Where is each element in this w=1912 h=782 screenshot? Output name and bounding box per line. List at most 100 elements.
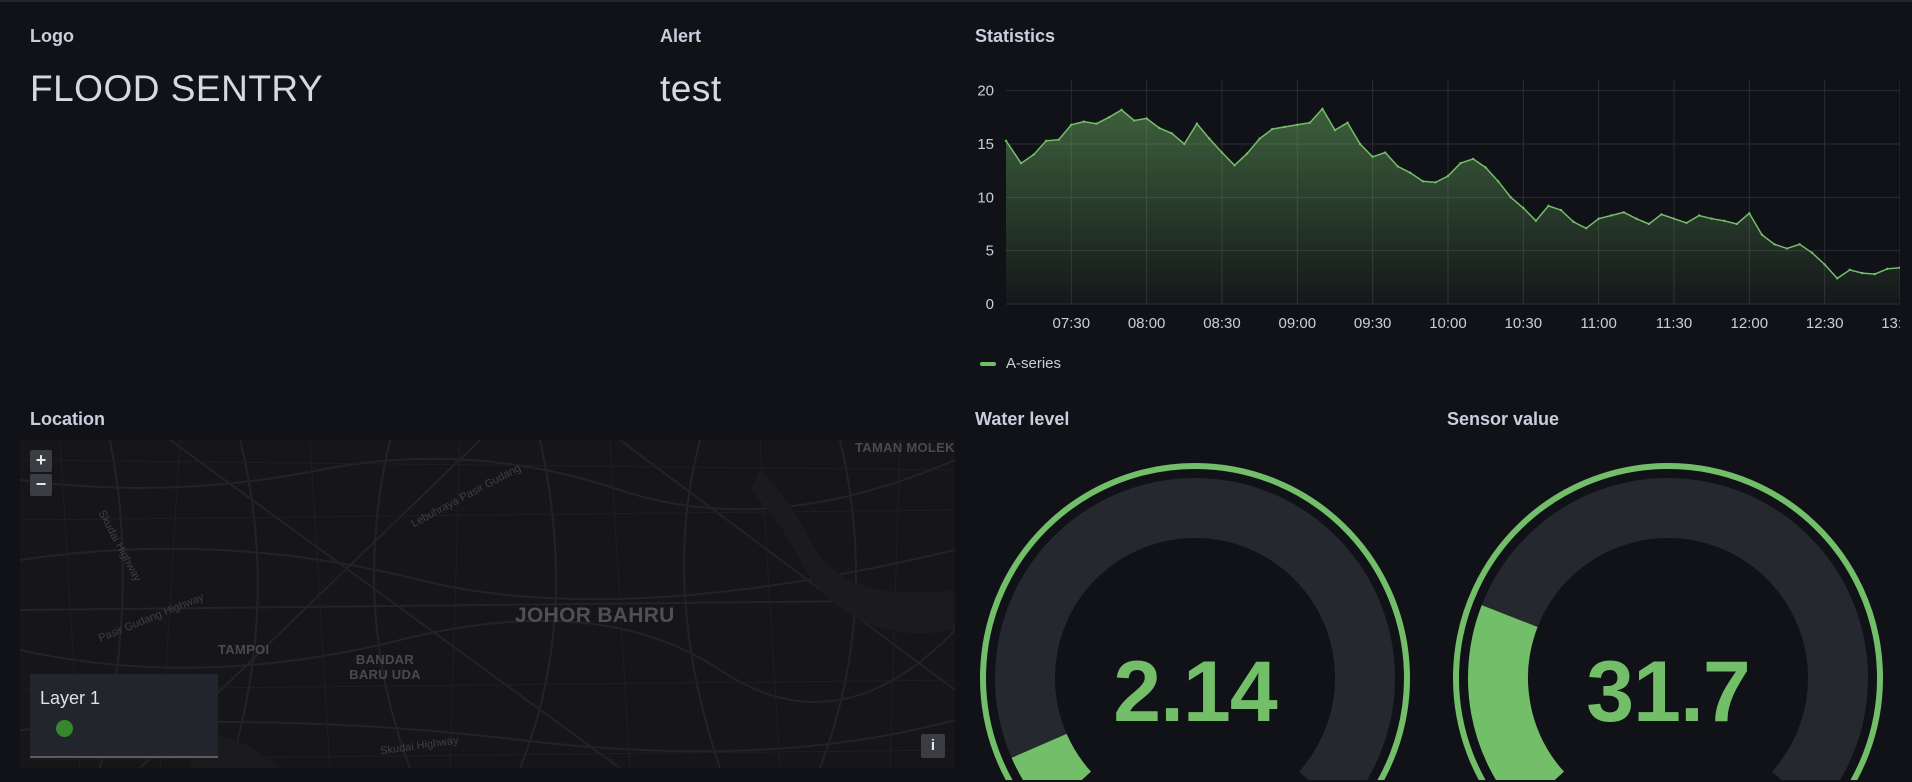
data-point bbox=[1572, 220, 1575, 224]
data-point bbox=[1283, 125, 1286, 129]
data-point bbox=[1861, 271, 1864, 275]
data-point bbox=[1710, 217, 1713, 220]
data-point bbox=[1635, 217, 1638, 220]
panel-title: Location bbox=[30, 409, 105, 429]
data-point bbox=[1848, 268, 1851, 272]
data-point bbox=[1584, 227, 1588, 230]
series-area bbox=[1006, 108, 1900, 304]
y-tick-label: 10 bbox=[977, 189, 994, 206]
data-point bbox=[1145, 117, 1148, 120]
panel-title: Sensor value bbox=[1447, 409, 1560, 429]
data-point bbox=[1723, 219, 1726, 222]
data-point bbox=[1132, 119, 1136, 122]
data-point bbox=[1660, 213, 1663, 216]
logo-panel: Logo FLOOD SENTRY bbox=[0, 0, 630, 400]
data-point bbox=[1836, 277, 1839, 280]
data-point bbox=[1421, 180, 1425, 183]
x-tick-label: 09:00 bbox=[1279, 315, 1317, 332]
data-point bbox=[1886, 267, 1889, 270]
data-point bbox=[1245, 152, 1249, 155]
data-point bbox=[1597, 217, 1600, 220]
data-point bbox=[1785, 247, 1789, 250]
data-point bbox=[1522, 206, 1525, 210]
panel-title: Logo bbox=[30, 26, 74, 46]
panel-title: Water level bbox=[975, 409, 1070, 429]
y-tick-label: 20 bbox=[977, 83, 994, 100]
data-point bbox=[1057, 138, 1060, 141]
data-point bbox=[1032, 153, 1035, 156]
x-tick-label: 13:00 bbox=[1881, 315, 1900, 332]
data-point bbox=[1346, 121, 1349, 124]
data-point bbox=[1484, 166, 1487, 169]
data-point bbox=[1396, 165, 1399, 168]
data-point bbox=[1434, 181, 1437, 184]
layer-legend: Layer 1 bbox=[30, 674, 218, 758]
map-view[interactable]: + − JOHOR BAHRU TAMPOI BANDAR BARU UDA T… bbox=[20, 440, 955, 768]
place-label: TAMPOI bbox=[218, 642, 270, 657]
sensor-value-value: 31.7 bbox=[1586, 644, 1750, 740]
x-tick-label: 08:00 bbox=[1128, 315, 1166, 332]
data-point bbox=[1622, 211, 1625, 214]
data-point bbox=[1371, 155, 1374, 158]
y-tick-label: 5 bbox=[986, 243, 994, 260]
data-point bbox=[1459, 162, 1462, 165]
data-point bbox=[1547, 204, 1550, 208]
data-point bbox=[1735, 222, 1738, 226]
x-tick-label: 12:30 bbox=[1806, 315, 1844, 332]
info-button[interactable]: i bbox=[921, 734, 945, 758]
zoom-in-button[interactable]: + bbox=[30, 450, 52, 472]
data-point bbox=[1760, 233, 1764, 236]
x-tick-label: 09:30 bbox=[1354, 315, 1392, 332]
data-point bbox=[1321, 107, 1324, 110]
data-point bbox=[1773, 243, 1776, 246]
data-point bbox=[1170, 132, 1173, 135]
data-point bbox=[1647, 222, 1651, 226]
legend-swatch bbox=[980, 361, 996, 366]
place-label: JOHOR BAHRU bbox=[515, 604, 675, 627]
data-point bbox=[1798, 243, 1801, 246]
data-point bbox=[1082, 120, 1086, 123]
data-point bbox=[1208, 137, 1211, 140]
data-point bbox=[1070, 123, 1073, 126]
data-point bbox=[1534, 219, 1538, 222]
data-point bbox=[1195, 122, 1199, 125]
data-point bbox=[1233, 164, 1236, 167]
data-point bbox=[1672, 217, 1676, 220]
data-point bbox=[1004, 139, 1008, 142]
x-tick-label: 08:30 bbox=[1203, 315, 1241, 332]
data-point bbox=[1610, 214, 1613, 217]
data-point bbox=[1258, 137, 1261, 140]
data-point bbox=[1270, 127, 1274, 131]
logo-text: FLOOD SENTRY bbox=[30, 68, 324, 109]
data-point bbox=[1559, 208, 1563, 212]
gauge-fill bbox=[1011, 733, 1092, 780]
x-tick-label: 11:30 bbox=[1656, 315, 1692, 332]
data-point bbox=[1471, 157, 1475, 161]
data-point bbox=[1748, 212, 1751, 215]
data-point bbox=[1873, 272, 1877, 276]
x-tick-label: 11:00 bbox=[1580, 315, 1616, 332]
place-label: BANDAR BARU UDA bbox=[349, 652, 421, 682]
y-tick-label: 0 bbox=[986, 296, 994, 313]
legend-label: A-series bbox=[1006, 355, 1062, 372]
y-tick-label: 15 bbox=[977, 136, 994, 153]
x-tick-label: 12:00 bbox=[1731, 315, 1769, 332]
chart-legend[interactable]: A-series bbox=[980, 355, 1061, 372]
data-point bbox=[1497, 180, 1500, 183]
water-level-value: 2.14 bbox=[1113, 644, 1277, 740]
data-point bbox=[1296, 123, 1299, 126]
data-point bbox=[1685, 221, 1688, 225]
layer-label: Layer 1 bbox=[40, 688, 101, 708]
place-label: TAMAN MOLEK bbox=[855, 440, 955, 455]
layer-marker-icon bbox=[56, 720, 73, 737]
zoom-out-button[interactable]: − bbox=[30, 474, 52, 496]
x-tick-label: 07:30 bbox=[1053, 315, 1091, 332]
data-point bbox=[1044, 139, 1048, 142]
data-point bbox=[1019, 162, 1023, 165]
statistics-chart[interactable]: 0 5 10 15 20 07:30 08:00 08:30 09:00 09:30 10:00 10… bbox=[960, 72, 1900, 352]
x-tick-label: 10:00 bbox=[1429, 315, 1467, 332]
data-point bbox=[1810, 251, 1814, 254]
data-point bbox=[1157, 126, 1161, 130]
panel-title: Statistics bbox=[975, 26, 1056, 46]
data-point bbox=[1383, 151, 1387, 154]
